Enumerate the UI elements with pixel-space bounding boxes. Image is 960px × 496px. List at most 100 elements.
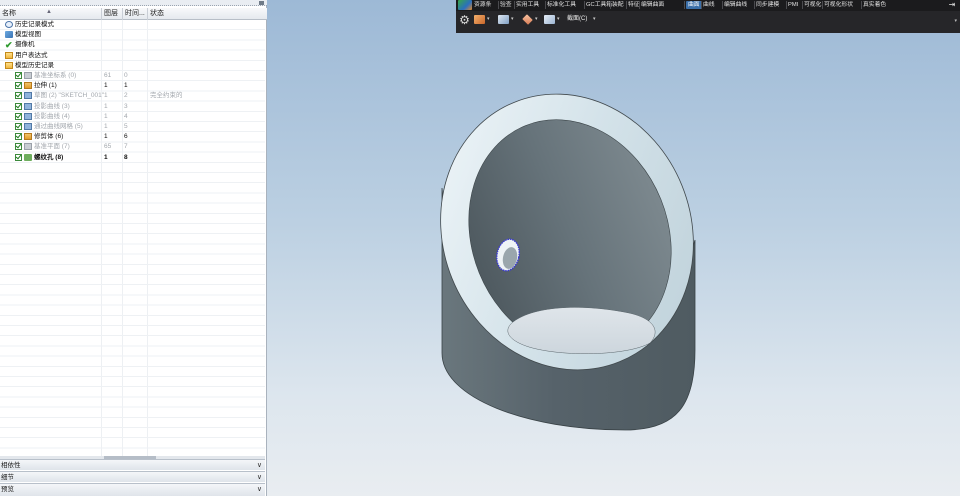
chevron-down-icon: ∨ xyxy=(256,486,262,493)
ribbon-tab[interactable]: 曲面 xyxy=(686,1,702,9)
panel-preview[interactable]: 预览 ∨ xyxy=(0,483,265,496)
ribbon-tab[interactable]: 真实着色 xyxy=(863,1,886,9)
tree-row[interactable]: 通过曲线网格 (5) 1 5 xyxy=(0,122,265,132)
gear-icon[interactable]: ⚙ xyxy=(458,12,471,28)
panel-dependencies[interactable]: 相依性 ∨ xyxy=(0,459,265,470)
visibility-checkbox[interactable] xyxy=(15,133,22,141)
visibility-checkbox[interactable] xyxy=(15,112,22,120)
snap-point-button[interactable]: ▾ xyxy=(474,15,494,24)
model-views-icon xyxy=(5,31,13,39)
ribbon-options-arrow-icon[interactable]: ▾ xyxy=(954,18,957,24)
section-dropdown[interactable]: 截面(C) ▾ xyxy=(557,15,597,24)
visibility-checkbox[interactable] xyxy=(15,92,22,100)
dropdown-arrow-icon: ▾ xyxy=(487,16,490,22)
column-layer-header[interactable]: 图层 xyxy=(102,8,123,20)
panel-details[interactable]: 细节 ∨ xyxy=(0,471,265,482)
tree-row[interactable]: 草图 (2) "SKETCH_001" 1 2 完全约束的 xyxy=(0,91,265,101)
tree-row[interactable]: 历史记录模式 xyxy=(0,20,265,30)
tree-row-name: 螺纹孔 (8) xyxy=(34,153,64,161)
graphics-viewport[interactable] xyxy=(267,0,960,496)
ribbon-tab[interactable]: 编辑曲线 xyxy=(724,1,747,9)
tree-row[interactable]: 投影曲线 (3) 1 3 xyxy=(0,102,265,112)
tree-row-layer: 1 xyxy=(104,133,108,141)
ribbon-collapse-icon[interactable]: ⇥ xyxy=(946,0,958,10)
tree-row-layer: 1 xyxy=(104,123,108,130)
ribbon-tab-separator xyxy=(610,1,611,9)
ribbon-tab[interactable]: 同步建模 xyxy=(756,1,779,9)
tree-row[interactable]: 螺纹孔 (8) 1 8 xyxy=(0,153,265,163)
tree-row[interactable]: ✔ 摄像机 xyxy=(0,40,265,50)
tree-row-layer: 1 xyxy=(104,92,108,100)
part-navigator: 名称 ▲ 图层 时间... 状态 历史记录模式 模型视图 ✔ 摄像机 用户表达式 模型历史… xyxy=(0,0,267,496)
ribbon-tab[interactable]: 验查 xyxy=(500,1,512,9)
threaded-hole-icon xyxy=(24,153,32,161)
ribbon-tab[interactable]: 编辑曲面 xyxy=(641,1,664,9)
tree-row-layer: 1 xyxy=(104,153,108,161)
ribbon-tab[interactable]: 装配 xyxy=(612,1,624,9)
ribbon-tab[interactable]: 可视化形状 xyxy=(824,1,853,9)
ribbon-tab-separator xyxy=(861,1,862,9)
tree-row[interactable]: 模型视图 xyxy=(0,30,265,40)
panel-dependencies-label: 相依性 xyxy=(1,462,21,469)
tree-row-layer: 61 xyxy=(104,72,112,79)
ribbon-tab[interactable]: 曲线 xyxy=(703,1,715,9)
tree-row-layer: 1 xyxy=(104,112,108,120)
chevron-down-icon: ∨ xyxy=(256,474,262,481)
ribbon-tab-separator xyxy=(722,1,723,9)
tree-row-layer: 1 xyxy=(104,82,108,90)
datum-csys-icon xyxy=(24,72,32,79)
chevron-down-icon: ∨ xyxy=(256,462,262,469)
visibility-checkbox[interactable] xyxy=(15,102,22,110)
visibility-checkbox[interactable] xyxy=(15,82,22,90)
history-mode-icon xyxy=(5,21,13,28)
column-time-header[interactable]: 时间... xyxy=(123,8,148,20)
model-3d[interactable] xyxy=(267,0,960,496)
bore-bottom-face xyxy=(507,307,656,354)
visibility-checkbox[interactable] xyxy=(15,143,22,151)
tree-row[interactable]: 投影曲线 (4) 1 4 xyxy=(0,112,265,122)
tree-row-name: 基准坐标系 (0) xyxy=(34,72,77,79)
tree-row-time: 6 xyxy=(124,133,128,141)
column-status-header[interactable]: 状态 xyxy=(148,8,265,20)
tree-row-time: 3 xyxy=(124,102,128,110)
panel-preview-label: 预览 xyxy=(1,486,14,493)
tree-row[interactable]: 基准坐标系 (0) 61 0 xyxy=(0,71,265,81)
ribbon-tab[interactable]: PMI xyxy=(788,1,798,9)
tree-row-name: 摄像机 xyxy=(15,41,35,49)
tree-row[interactable]: 用户表达式 xyxy=(0,51,265,61)
render-style-button[interactable]: ▾ xyxy=(522,14,542,25)
ribbon-tab[interactable]: 特征 xyxy=(628,1,640,9)
tree-row-name: 拉伸 (1) xyxy=(34,82,57,90)
ribbon-tab[interactable]: 实用工具 xyxy=(516,1,539,9)
ribbon-tab-separator xyxy=(584,1,585,9)
tree-row[interactable]: 拉伸 (1) 1 1 xyxy=(0,81,265,91)
visibility-checkbox[interactable] xyxy=(15,72,22,79)
visibility-checkbox[interactable] xyxy=(15,153,22,161)
ribbon-tab-separator xyxy=(545,1,546,9)
ribbon-tab-separator xyxy=(701,1,702,9)
dropdown-arrow-icon: ▾ xyxy=(593,16,596,22)
tree-row[interactable]: 修剪体 (6) 1 6 xyxy=(0,132,265,142)
project-curve-icon xyxy=(24,102,32,110)
tree-row-name: 投影曲线 (4) xyxy=(34,112,70,120)
ribbon-tab-separator xyxy=(514,1,515,9)
tree-row-name: 用户表达式 xyxy=(15,51,48,59)
pin-icon[interactable] xyxy=(259,1,264,5)
ribbon-tab[interactable]: GC工具箱 xyxy=(586,1,612,9)
section-view-icon xyxy=(544,15,555,24)
tree-row-time: 8 xyxy=(124,153,128,161)
view-orient-button[interactable]: ▾ xyxy=(498,15,518,24)
ribbon-tab[interactable]: 资源条 xyxy=(474,1,491,9)
navigator-title-strip xyxy=(0,0,267,6)
ribbon-tab[interactable]: 可视化 xyxy=(804,1,821,9)
app-logo-icon[interactable] xyxy=(458,0,472,10)
ribbon-tab[interactable]: 标准化工具 xyxy=(547,1,576,9)
ribbon-tab-separator xyxy=(684,1,685,9)
section-label: 截面(C) xyxy=(567,16,588,22)
tree-row[interactable]: 模型历史记录 xyxy=(0,61,265,71)
ribbon-tab-separator xyxy=(754,1,755,9)
tree-row-name: 修剪体 (6) xyxy=(34,133,64,141)
ribbon-toolbar: 资源条 验查 实用工具 标准化工具 GC工具箱 装配 特征 编辑曲面 曲面 曲线 编辑曲线 同步建模 P… xyxy=(456,0,960,33)
tree-row[interactable]: 基准平面 (7) 65 7 xyxy=(0,142,265,152)
visibility-checkbox[interactable] xyxy=(15,123,22,130)
